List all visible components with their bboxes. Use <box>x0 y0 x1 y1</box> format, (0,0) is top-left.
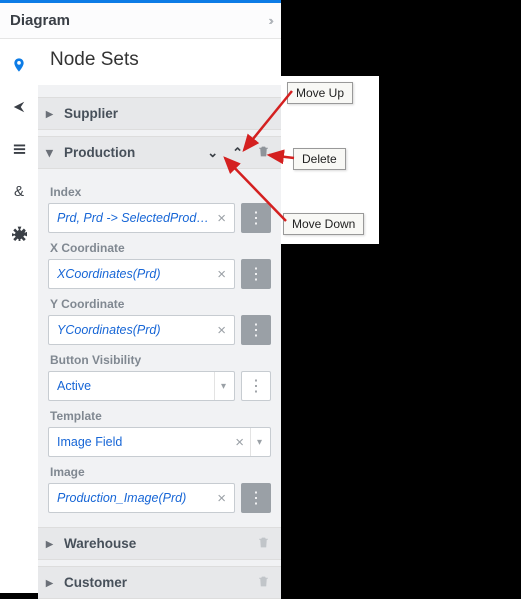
panel-title: Diagram <box>10 12 70 29</box>
clear-icon[interactable]: × <box>215 322 228 339</box>
caret-right-icon: ▸ <box>46 106 56 122</box>
callout-delete: Delete <box>293 148 346 170</box>
callout-move-down: Move Down <box>283 213 364 235</box>
collapse-panel-icon[interactable]: ›› <box>268 13 271 28</box>
section-title: Node Sets <box>38 39 281 85</box>
template-select[interactable]: Image Field × ▾ <box>48 427 271 457</box>
caret-right-icon: ▸ <box>46 575 56 591</box>
caret-down-icon: ▾ <box>46 145 56 161</box>
field-label-index: Index <box>50 185 271 199</box>
image-menu-button[interactable]: ⋮ <box>241 483 271 513</box>
panel-header: Diagram ›› <box>0 3 281 39</box>
callout-move-up: Move Up <box>287 82 353 104</box>
caret-right-icon: ▸ <box>46 536 56 552</box>
clear-icon[interactable]: × <box>215 266 228 283</box>
field-label-template: Template <box>50 409 271 423</box>
clear-icon[interactable]: × <box>233 434 246 451</box>
send-icon[interactable] <box>9 97 29 117</box>
accordion-supplier[interactable]: ▸ Supplier <box>38 97 281 130</box>
accordion-label: Production <box>64 145 135 160</box>
image-input[interactable]: Production_Image(Prd) × <box>48 483 235 513</box>
chevron-down-icon[interactable]: ▾ <box>250 428 264 456</box>
field-label-btnvis: Button Visibility <box>50 353 271 367</box>
ycoord-menu-button[interactable]: ⋮ <box>241 315 271 345</box>
field-label-image: Image <box>50 465 271 479</box>
ycoord-input[interactable]: YCoordinates(Prd) × <box>48 315 235 345</box>
accordion-label: Warehouse <box>64 536 136 551</box>
move-up-button[interactable]: ⌃ <box>229 145 246 161</box>
icon-rail: & <box>0 39 38 593</box>
xcoord-menu-button[interactable]: ⋮ <box>241 259 271 289</box>
btnvis-select[interactable]: Active ▾ <box>48 371 235 401</box>
delete-button[interactable] <box>254 575 273 591</box>
link-icon[interactable]: & <box>9 181 29 201</box>
xcoord-input[interactable]: XCoordinates(Prd) × <box>48 259 235 289</box>
accordion-production[interactable]: ▾ Production ⌄ ⌃ <box>38 136 281 169</box>
chevron-down-icon[interactable]: ▾ <box>214 372 228 400</box>
list-icon[interactable] <box>9 139 29 159</box>
index-menu-button[interactable]: ⋮ <box>241 203 271 233</box>
accordion-customer[interactable]: ▸ Customer <box>38 566 281 599</box>
accordion-label: Supplier <box>64 106 118 121</box>
index-input[interactable]: Prd, Prd -> SelectedProducti × <box>48 203 235 233</box>
field-label-xcoord: X Coordinate <box>50 241 271 255</box>
content-area: Node Sets ▸ Supplier ▾ Production ⌄ ⌃ I <box>38 39 281 593</box>
settings-icon[interactable] <box>9 223 29 243</box>
pin-icon[interactable] <box>9 55 29 75</box>
field-label-ycoord: Y Coordinate <box>50 297 271 311</box>
move-down-button[interactable]: ⌄ <box>204 145 221 161</box>
delete-button[interactable] <box>254 536 273 552</box>
clear-icon[interactable]: × <box>215 210 228 227</box>
production-fields: Index Prd, Prd -> SelectedProducti × ⋮ X… <box>38 169 281 527</box>
clear-icon[interactable]: × <box>215 490 228 507</box>
delete-button[interactable] <box>254 145 273 161</box>
btnvis-menu-button[interactable]: ⋮ <box>241 371 271 401</box>
diagram-panel: Diagram ›› & Node Sets ▸ Supplie <box>0 0 281 593</box>
accordion-label: Customer <box>64 575 127 590</box>
accordion-warehouse[interactable]: ▸ Warehouse <box>38 527 281 560</box>
